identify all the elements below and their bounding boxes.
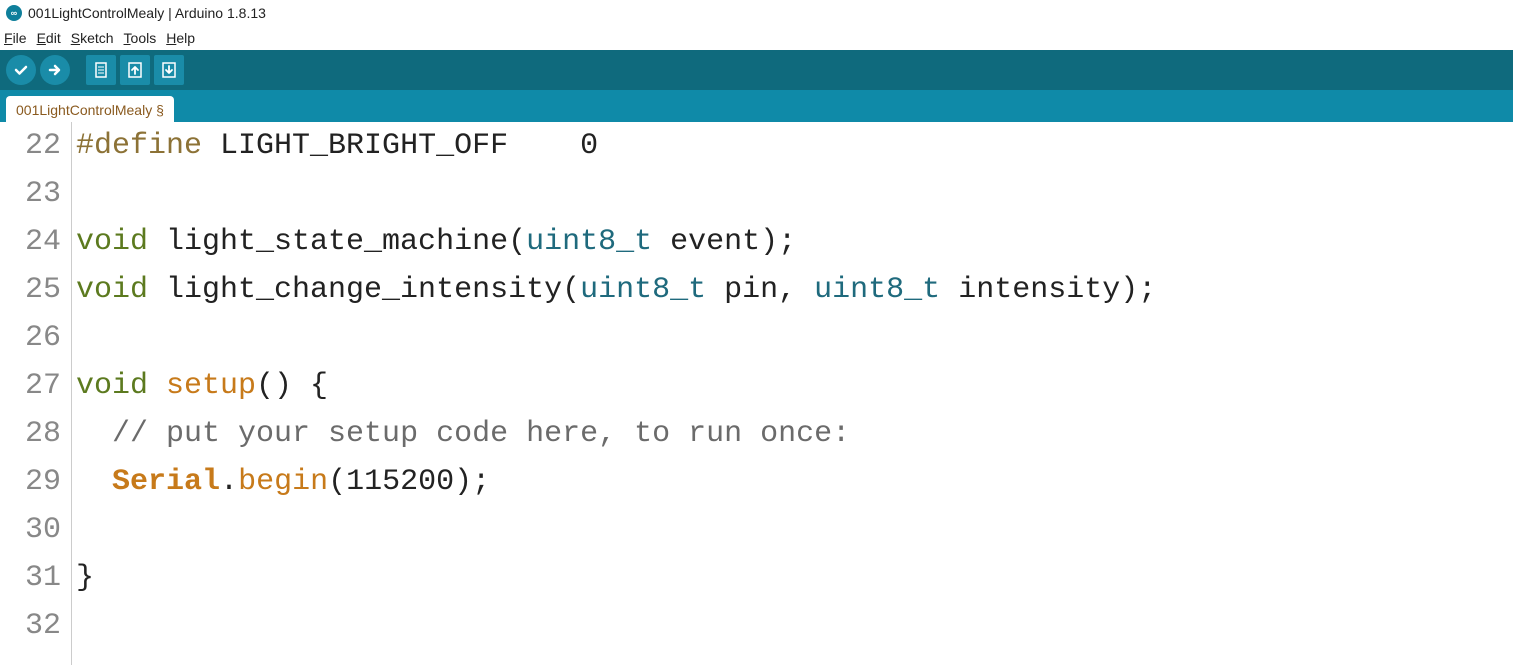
line-gutter: 2223242526272829303132 [0, 122, 72, 665]
menu-sketch[interactable]: Sketch [71, 30, 114, 46]
line-number: 27 [0, 362, 61, 410]
code-line[interactable]: } [76, 554, 1513, 602]
menubar: File Edit Sketch Tools Help [0, 26, 1513, 50]
code-line[interactable] [76, 314, 1513, 362]
arrow-right-icon [47, 62, 63, 78]
line-number: 24 [0, 218, 61, 266]
arrow-up-icon [127, 61, 143, 79]
line-number: 28 [0, 410, 61, 458]
code-line[interactable] [76, 602, 1513, 650]
line-number: 23 [0, 170, 61, 218]
code-line[interactable] [76, 170, 1513, 218]
code-content[interactable]: #define LIGHT_BRIGHT_OFF 0 void light_sta… [72, 122, 1513, 665]
arrow-down-icon [161, 61, 177, 79]
code-line[interactable]: void light_state_machine(uint8_t event); [76, 218, 1513, 266]
toolbar [0, 50, 1513, 90]
open-button[interactable] [120, 55, 150, 85]
code-line[interactable]: #define LIGHT_BRIGHT_OFF 0 [76, 122, 1513, 170]
line-number: 30 [0, 506, 61, 554]
line-number: 31 [0, 554, 61, 602]
upload-button[interactable] [40, 55, 70, 85]
verify-button[interactable] [6, 55, 36, 85]
tab-active[interactable]: 001LightControlMealy § [6, 96, 174, 122]
file-icon [93, 61, 109, 79]
code-line[interactable]: void setup() { [76, 362, 1513, 410]
line-number: 22 [0, 122, 61, 170]
new-button[interactable] [86, 55, 116, 85]
menu-edit[interactable]: Edit [37, 30, 61, 46]
check-icon [13, 62, 29, 78]
menu-tools[interactable]: Tools [124, 30, 157, 46]
menu-help[interactable]: Help [166, 30, 195, 46]
line-number: 25 [0, 266, 61, 314]
menu-file[interactable]: File [4, 30, 27, 46]
titlebar: ∞ 001LightControlMealy | Arduino 1.8.13 [0, 0, 1513, 26]
code-line[interactable]: // put your setup code here, to run once… [76, 410, 1513, 458]
save-button[interactable] [154, 55, 184, 85]
code-editor[interactable]: 2223242526272829303132 #define LIGHT_BRI… [0, 122, 1513, 665]
code-line[interactable]: void light_change_intensity(uint8_t pin,… [76, 266, 1513, 314]
code-line[interactable] [76, 506, 1513, 554]
tabbar: 001LightControlMealy § [0, 90, 1513, 122]
line-number: 29 [0, 458, 61, 506]
window-title: 001LightControlMealy | Arduino 1.8.13 [28, 5, 266, 21]
code-line[interactable]: Serial.begin(115200); [76, 458, 1513, 506]
line-number: 26 [0, 314, 61, 362]
line-number: 32 [0, 602, 61, 650]
app-icon: ∞ [6, 5, 22, 21]
